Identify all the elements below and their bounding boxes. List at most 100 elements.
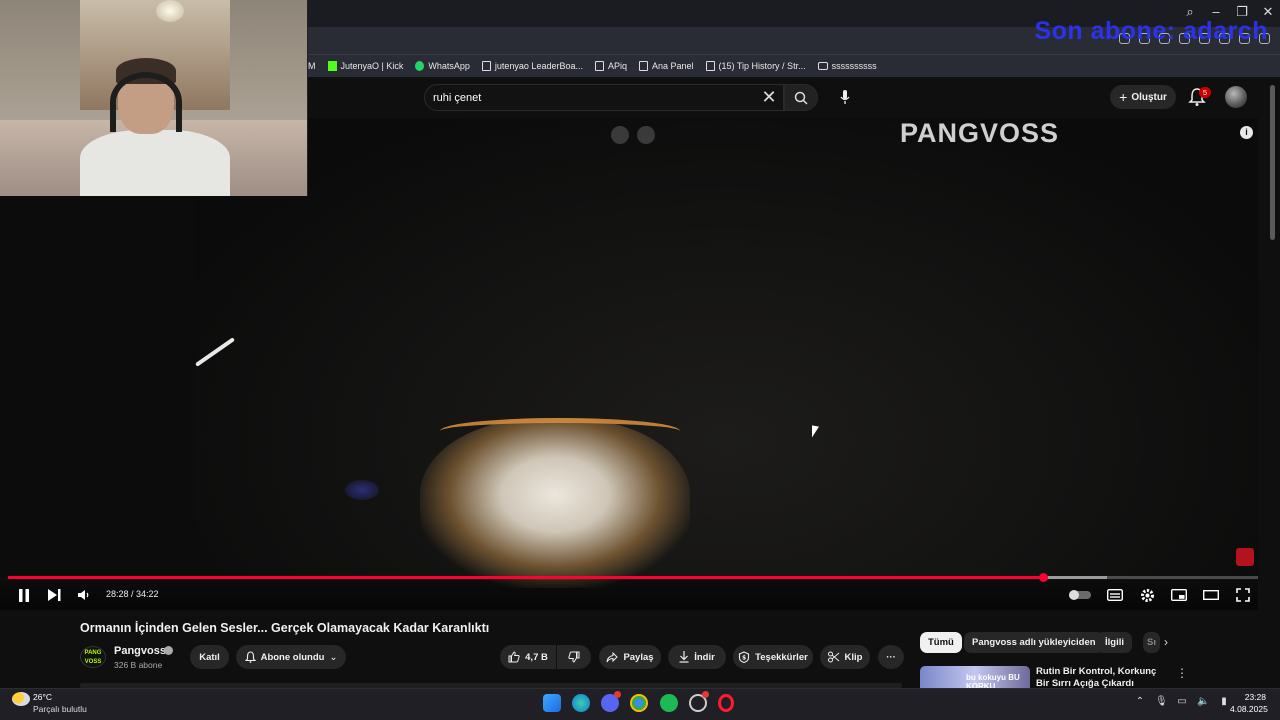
- more-actions-button[interactable]: ···: [878, 645, 904, 669]
- search-input[interactable]: ruhi çenet: [424, 84, 784, 111]
- dislike-button[interactable]: [557, 645, 591, 669]
- taskbar-clock-time[interactable]: 23:28: [1244, 692, 1266, 702]
- weather-temperature[interactable]: 26°C: [33, 692, 52, 702]
- chip-partial[interactable]: Sı: [1143, 632, 1160, 653]
- mouse-cursor-icon: [812, 425, 819, 439]
- discord-notification-dot: [614, 691, 621, 698]
- copy-icon[interactable]: [611, 126, 629, 144]
- chevron-right-icon[interactable]: ›: [1164, 635, 1168, 649]
- video-blue-spot: [345, 480, 379, 500]
- subtitles-icon: [1107, 589, 1123, 601]
- fullscreen-icon: [1236, 588, 1250, 602]
- account-avatar[interactable]: [1225, 86, 1247, 108]
- theater-mode-button[interactable]: [1202, 587, 1220, 603]
- subscriber-count: 326 B abone: [114, 660, 163, 670]
- bookmark-m[interactable]: M: [308, 61, 316, 71]
- pause-button[interactable]: [16, 587, 32, 603]
- spotify-icon[interactable]: [660, 694, 678, 712]
- share-icon: [606, 651, 619, 662]
- bookmark-label: ssssssssss: [831, 61, 877, 71]
- thumbs-up-icon: [508, 651, 520, 663]
- scrollbar-thumb[interactable]: [1270, 85, 1275, 240]
- weather-icon[interactable]: [12, 692, 30, 706]
- like-button[interactable]: 4,7 B: [500, 645, 556, 669]
- super-thanks-icon: $: [739, 651, 750, 663]
- create-button[interactable]: + Oluştur: [1110, 85, 1176, 109]
- verified-icon: [164, 646, 173, 655]
- system-tray: ⌃ 🎙 ▭ 🔈 ▮: [1134, 696, 1230, 707]
- weather-description[interactable]: Parçalı bulutlu: [33, 704, 87, 714]
- opera-gx-icon[interactable]: [718, 694, 734, 712]
- chip-from-uploader[interactable]: Pangvoss adlı yükleyiciden: [964, 632, 1104, 653]
- subtitles-button[interactable]: [1106, 587, 1124, 603]
- share-button[interactable]: Paylaş: [599, 645, 661, 669]
- search-button[interactable]: [784, 84, 818, 111]
- network-icon[interactable]: ▭: [1176, 696, 1188, 707]
- whatsapp-icon: [415, 61, 425, 71]
- progress-scrubber[interactable]: [1039, 573, 1048, 582]
- video-overlay-tools: [611, 126, 655, 144]
- windows-start-icon[interactable]: [543, 694, 561, 712]
- progress-played: [8, 576, 1043, 579]
- chevron-up-icon[interactable]: ⌃: [1134, 696, 1146, 707]
- miniplayer-button[interactable]: [1170, 587, 1188, 603]
- page-icon: [639, 61, 648, 71]
- thanks-label: Teşekkürler: [755, 651, 808, 663]
- fullscreen-button[interactable]: [1234, 587, 1252, 603]
- recommended-video-title[interactable]: Rutin Bir Kontrol, Korkunç Bir Sırrı Açı…: [1036, 666, 1171, 688]
- sparkle-icon[interactable]: [637, 126, 655, 144]
- more-vertical-icon[interactable]: ⋮: [1176, 666, 1188, 680]
- info-icon[interactable]: i: [1240, 126, 1253, 139]
- speaker-icon[interactable]: 🔈: [1197, 696, 1209, 707]
- channel-watermark: PANGVOSS: [900, 118, 1060, 148]
- thumbs-down-icon: [568, 651, 580, 663]
- page-icon: [705, 61, 715, 71]
- bell-icon: [244, 651, 256, 663]
- bookmark-kick[interactable]: JutenyaO | Kick: [327, 61, 404, 71]
- page-icon: [481, 61, 491, 71]
- chip-all[interactable]: Tümü: [920, 632, 962, 653]
- clear-search-icon[interactable]: ✕: [760, 88, 778, 106]
- bookmark-folder[interactable]: ssssssssss: [817, 61, 877, 71]
- clip-button[interactable]: Klip: [820, 645, 870, 669]
- clip-label: Klip: [844, 651, 863, 663]
- taskbar-clock-date[interactable]: 4.08.2025: [1230, 704, 1268, 714]
- channel-avatar[interactable]: PANG VOSS: [80, 646, 106, 668]
- time-display: 28:28 / 34:22: [106, 589, 159, 599]
- chrome-icon[interactable]: [630, 694, 648, 712]
- chip-related[interactable]: İlgili: [1097, 632, 1132, 653]
- voice-search-button[interactable]: [830, 84, 860, 111]
- page-icon: [594, 61, 604, 71]
- bookmark-apiq[interactable]: APiq: [594, 61, 627, 71]
- video-title: Ormanın İçinden Gelen Sesler... Gerçek O…: [80, 621, 490, 635]
- autoplay-icon: [1069, 590, 1091, 600]
- subscribed-button[interactable]: Abone olundu ⌄: [236, 645, 346, 669]
- bookmark-ana-panel[interactable]: Ana Panel: [639, 61, 694, 71]
- bookmark-label: JutenyaO | Kick: [340, 61, 404, 71]
- bookmark-label: jutenyao LeaderBoa...: [494, 61, 583, 71]
- volume-button[interactable]: [76, 587, 92, 603]
- next-button[interactable]: [46, 587, 62, 603]
- settings-button[interactable]: [1138, 587, 1156, 603]
- thanks-button[interactable]: $ Teşekkürler: [733, 645, 813, 669]
- edge-browser-icon[interactable]: [572, 694, 590, 712]
- battery-icon[interactable]: ▮: [1218, 696, 1230, 707]
- headset-icon: [110, 72, 182, 132]
- search-icon: [794, 91, 808, 105]
- download-icon: [679, 651, 689, 663]
- bookmark-leaderboard[interactable]: jutenyao LeaderBoa...: [481, 61, 583, 71]
- bookmark-tip-history[interactable]: (15) Tip History / Str...: [705, 61, 806, 71]
- webcam-overlay: [0, 0, 308, 196]
- channel-name[interactable]: Pangvoss: [114, 645, 166, 657]
- recommended-video-thumbnail[interactable]: bu kokuyu BU KORKU: [920, 666, 1030, 688]
- join-button[interactable]: Katıl: [190, 645, 229, 669]
- bookmark-whatsapp[interactable]: WhatsApp: [415, 61, 470, 71]
- plus-icon: +: [1119, 89, 1128, 105]
- pause-icon: [19, 588, 29, 602]
- next-icon: [47, 589, 60, 601]
- kick-icon: [327, 61, 337, 71]
- microphone-icon[interactable]: 🎙: [1155, 696, 1168, 707]
- autoplay-toggle[interactable]: [1068, 587, 1092, 603]
- download-button[interactable]: İndir: [668, 645, 726, 669]
- channel-corner-logo[interactable]: [1236, 548, 1254, 566]
